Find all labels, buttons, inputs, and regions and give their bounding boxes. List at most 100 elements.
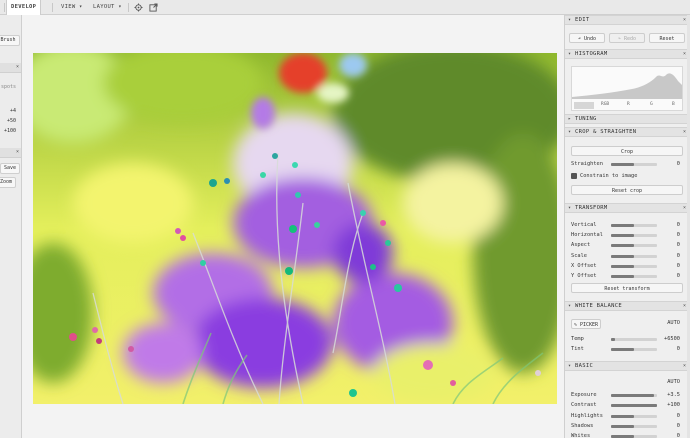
chevron-down-icon: ▾ <box>568 363 572 369</box>
slider-fill <box>611 275 634 278</box>
section-title: HISTOGRAM <box>575 51 608 57</box>
y-offset-label: Y Offset <box>571 273 597 279</box>
toolbar-separator <box>4 3 5 12</box>
picker-label: PICKER <box>579 322 599 328</box>
chevron-down-icon: ▾ <box>568 205 572 211</box>
aspect-slider[interactable] <box>611 244 657 248</box>
section-title: TUNING <box>575 116 597 122</box>
close-icon[interactable]: × <box>683 302 686 311</box>
slider-fill <box>611 394 654 397</box>
close-icon[interactable]: × <box>683 16 686 25</box>
histogram-channel-b[interactable]: B <box>672 102 675 107</box>
photo-preview[interactable] <box>33 53 557 404</box>
close-icon[interactable]: × <box>683 128 686 137</box>
close-icon[interactable]: × <box>683 204 686 213</box>
close-icon[interactable]: × <box>16 63 19 72</box>
constrain-label: Constrain to image <box>580 173 638 179</box>
horizontal-slider[interactable] <box>611 234 657 238</box>
vertical-slider[interactable] <box>611 224 657 227</box>
slider-fill <box>611 338 615 341</box>
shadows-slider[interactable] <box>611 424 657 428</box>
reset-button[interactable]: Reset <box>649 33 685 43</box>
picker-button[interactable]: ✎ PICKER <box>571 319 601 329</box>
basic-section-header[interactable]: ▾ BASIC × <box>565 361 690 371</box>
slider-fill <box>611 224 634 227</box>
close-icon[interactable]: × <box>16 148 19 157</box>
tuning-section-header[interactable]: ▸ TUNING <box>565 114 690 124</box>
white-balance-section-header[interactable]: ▾ WHITE BALANCE × <box>565 301 690 311</box>
slider-fill <box>611 163 634 166</box>
slider-fill <box>611 264 634 268</box>
tab-view[interactable]: VIEW ▾ <box>61 0 83 15</box>
shadows-value: 0 <box>676 422 680 429</box>
scale-value: 0 <box>676 252 680 259</box>
contrast-label: Contrast <box>571 402 597 409</box>
wb-auto-button[interactable]: AUTO <box>667 320 680 326</box>
horizontal-value: 0 <box>676 232 680 239</box>
scale-slider[interactable] <box>611 254 657 258</box>
whites-value: 0 <box>676 433 680 438</box>
slider-fill <box>611 254 634 258</box>
crop-button[interactable]: Crop <box>571 146 683 156</box>
shadows-label: Shadows <box>571 422 594 429</box>
spots-label: spots <box>0 84 16 90</box>
highlights-slider[interactable] <box>611 414 657 418</box>
undo-button[interactable]: ↶ Undo <box>569 33 605 43</box>
chevron-down-icon: ▾ <box>568 129 572 135</box>
histogram-channel-rgb[interactable]: RGB <box>601 102 609 107</box>
close-icon[interactable]: × <box>683 50 686 59</box>
brush-button[interactable]: Brush <box>0 35 20 46</box>
histogram-section-header[interactable]: ▾ HISTOGRAM × <box>565 49 690 59</box>
gear-icon[interactable] <box>134 3 143 12</box>
save-button[interactable]: Save <box>0 163 20 174</box>
tab-layout[interactable]: LAYOUT ▾ <box>93 0 122 15</box>
horizontal-label: Horizontal <box>571 232 603 239</box>
section-title: BASIC <box>575 363 594 369</box>
toolbar-separator <box>128 3 129 12</box>
eyedropper-icon: ✎ <box>573 322 577 328</box>
edit-section-header[interactable]: ▾ EDIT × <box>565 15 690 25</box>
tint-slider[interactable] <box>611 348 657 351</box>
export-icon[interactable] <box>149 3 158 12</box>
y-offset-value: 0 <box>676 273 680 279</box>
highlights-value: 0 <box>676 412 680 419</box>
redo-button[interactable]: ↷ Redo <box>609 33 645 43</box>
constrain-checkbox[interactable] <box>571 173 577 179</box>
tab-develop[interactable]: DEVELOP <box>6 0 42 15</box>
x-offset-label: X Offset <box>571 262 597 269</box>
straighten-label: Straighten <box>571 161 603 167</box>
histogram-channel-g[interactable]: G <box>650 102 653 107</box>
close-icon[interactable]: × <box>683 362 686 371</box>
contrast-value: +100 <box>667 402 680 409</box>
basic-auto-button[interactable]: AUTO <box>667 379 680 385</box>
slider-fill <box>611 424 634 428</box>
transform-section-header[interactable]: ▾ TRANSFORM × <box>565 203 690 213</box>
straighten-slider[interactable] <box>611 163 657 166</box>
y-offset-slider[interactable] <box>611 275 657 278</box>
temp-slider[interactable] <box>611 338 657 341</box>
exposure-slider[interactable] <box>611 394 657 397</box>
top-toolbar: DEVELOP VIEW ▾ LAYOUT ▾ <box>0 0 690 15</box>
reset-crop-button[interactable]: Reset crop <box>571 185 683 195</box>
exposure-value: +3.5 <box>667 392 680 398</box>
zoom-button[interactable]: Zoom <box>0 177 16 188</box>
vertical-value: 0 <box>676 222 680 228</box>
x-offset-value: 0 <box>676 262 680 269</box>
reset-transform-button[interactable]: Reset transform <box>571 283 683 293</box>
histogram-channel-rgb-bg <box>574 102 594 109</box>
straighten-value: 0 <box>676 161 680 167</box>
exposure-label: Exposure <box>571 392 597 398</box>
x-offset-slider[interactable] <box>611 264 657 268</box>
section-title: TRANSFORM <box>575 205 608 211</box>
crop-section-header[interactable]: ▾ CROP & STRAIGHTEN × <box>565 127 690 137</box>
left-section-header: × <box>0 63 21 73</box>
left-value: +4 <box>9 108 16 114</box>
histogram-channel-r[interactable]: R <box>627 102 630 107</box>
vertical-label: Vertical <box>571 222 597 228</box>
left-section-header: × <box>0 148 21 158</box>
chevron-down-icon: ▾ <box>568 51 572 57</box>
tint-value: 0 <box>676 346 680 352</box>
chevron-down-icon: ▾ <box>568 303 572 309</box>
chevron-right-icon: ▸ <box>568 116 572 122</box>
contrast-slider[interactable] <box>611 404 657 408</box>
